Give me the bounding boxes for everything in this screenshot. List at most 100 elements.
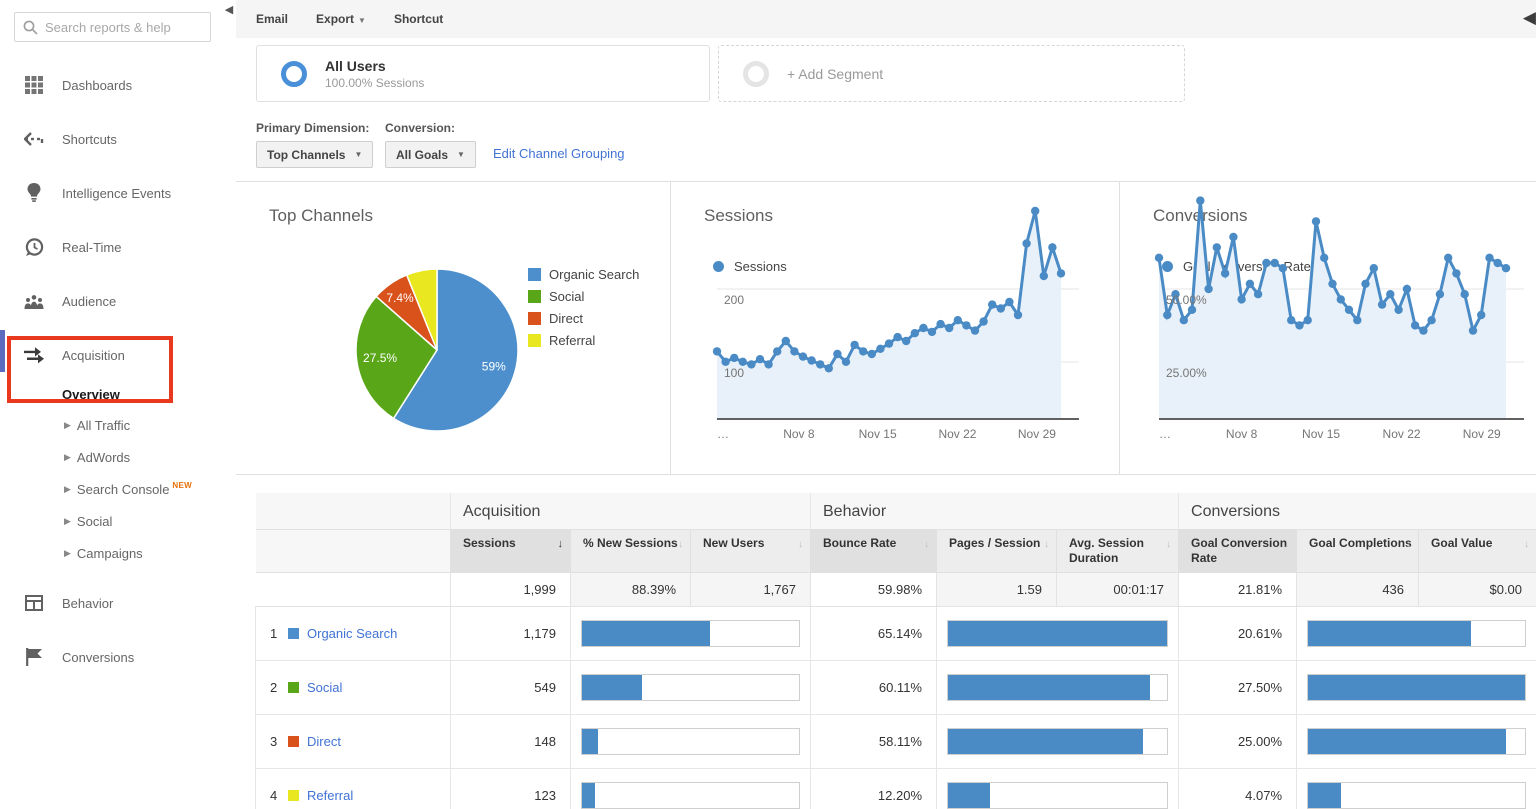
row-rank: 4 xyxy=(270,788,284,803)
column-header-new-users[interactable]: New Users↓ xyxy=(691,530,811,573)
sidebar-item-label: All Traffic xyxy=(77,418,130,433)
bar-fill xyxy=(948,729,1143,754)
sidebar-item-label: Campaigns xyxy=(77,546,143,561)
sidebar-item-campaigns[interactable]: ▶Campaigns xyxy=(0,537,236,569)
sidebar-nav: Dashboards Shortcuts Intelligence Events Re… xyxy=(0,58,236,699)
column-header-goal-value[interactable]: Goal Value↓ xyxy=(1419,530,1536,573)
sidebar-item-intelligence-events[interactable]: Intelligence Events xyxy=(0,181,236,205)
bar-fill xyxy=(582,783,595,808)
goal-bar-cell xyxy=(1297,769,1536,809)
column-header-avg-session-duration[interactable]: Avg. Session Duration↓ xyxy=(1057,530,1179,573)
goal-bar-cell xyxy=(1297,661,1536,715)
bounce-rate-value: 65.14% xyxy=(811,607,937,661)
sidebar-item-overview[interactable]: Overview xyxy=(0,379,236,409)
column-header-label: Goal Value xyxy=(1431,536,1492,550)
sort-icon: ↓ xyxy=(1284,537,1289,552)
dimension-controls: Primary Dimension: Top Channels▼ Convers… xyxy=(236,115,1536,181)
legend-label: Referral xyxy=(549,333,595,348)
channels-table: Acquisition Behavior Conversions Session… xyxy=(255,493,1536,809)
bounce-bar-cell xyxy=(937,661,1179,715)
channel-cell: 2Social xyxy=(256,661,451,715)
email-button[interactable]: Email xyxy=(256,12,288,26)
table-row: 2Social54960.11%27.50% xyxy=(256,661,1536,715)
sidebar-item-label: Behavior xyxy=(62,596,113,611)
column-header-label: Goal Completions xyxy=(1309,536,1412,550)
bar-fill xyxy=(582,675,642,700)
sidebar-collapse-icon[interactable]: ◀ xyxy=(222,2,236,18)
column-header-bounce-rate[interactable]: Bounce Rate↓ xyxy=(811,530,937,573)
goal-conversion-value: 25.00% xyxy=(1179,715,1297,769)
pie-slice-label: 27.5% xyxy=(363,351,397,365)
sidebar-item-audience[interactable]: Audience xyxy=(0,289,236,313)
segment-title: All Users xyxy=(325,58,424,74)
sort-icon: ↓ xyxy=(798,537,803,552)
channel-link[interactable]: Organic Search xyxy=(307,626,397,641)
channel-link[interactable]: Direct xyxy=(307,734,341,749)
search-input[interactable] xyxy=(45,20,195,35)
channel-cell: 4 Referral xyxy=(256,769,451,809)
sessions-panel: Sessions Sessions 200100…Nov 8Nov 15Nov … xyxy=(670,182,1119,474)
column-header-goal-conversion-rate[interactable]: Goal Conversion Rate↓ xyxy=(1179,530,1297,573)
report-toolbar: Email Export▼ Shortcut ◀ xyxy=(236,0,1536,38)
sort-icon: ↓ xyxy=(1406,537,1411,552)
export-button[interactable]: Export▼ xyxy=(316,12,366,26)
sidebar-item-adwords[interactable]: ▶AdWords xyxy=(0,441,236,473)
bar-box xyxy=(581,620,800,647)
sidebar-item-dashboards[interactable]: Dashboards xyxy=(0,73,236,97)
search-box[interactable] xyxy=(14,12,211,42)
primary-dimension-dropdown[interactable]: Top Channels▼ xyxy=(256,141,373,168)
legend-item: Social xyxy=(528,289,639,304)
bar-box xyxy=(1307,674,1526,701)
bounce-rate-value: 58.11% xyxy=(811,715,937,769)
column-header-pages-session[interactable]: Pages / Session↓ xyxy=(937,530,1057,573)
svg-text:…: … xyxy=(717,427,729,441)
legend-swatch-icon xyxy=(528,290,541,303)
conversion-dropdown[interactable]: All Goals▼ xyxy=(385,141,476,168)
svg-text:Nov 8: Nov 8 xyxy=(783,427,815,441)
sessions-bar-cell xyxy=(571,607,811,661)
sidebar-item-real-time[interactable]: Real-Time xyxy=(0,235,236,259)
sessions-value: 123 xyxy=(451,769,571,809)
sidebar-item-all-traffic[interactable]: ▶All Traffic xyxy=(0,409,236,441)
segment-all-users[interactable]: All Users 100.00% Sessions xyxy=(256,45,710,102)
shortcuts-icon xyxy=(24,129,44,149)
sessions-bar-cell xyxy=(571,769,811,809)
table-totals-row: 1,99988.39%1,76759.98%1.5900:01:1721.81%… xyxy=(256,573,1536,607)
svg-text:Nov 29: Nov 29 xyxy=(1463,427,1501,441)
edit-channel-grouping-link[interactable]: Edit Channel Grouping xyxy=(493,146,625,161)
chevron-right-icon: ▶ xyxy=(64,452,71,463)
dashboards-icon xyxy=(24,75,44,95)
group-header-acquisition: Acquisition xyxy=(451,493,811,530)
shortcut-button[interactable]: Shortcut xyxy=(394,12,443,26)
sidebar-item-acquisition[interactable]: Acquisition xyxy=(0,343,236,367)
column-header-sessions[interactable]: Sessions↓ xyxy=(451,530,571,573)
channel-color-chip xyxy=(288,736,299,747)
svg-text:Nov 8: Nov 8 xyxy=(1226,427,1258,441)
legend-item: Organic Search xyxy=(528,267,639,282)
column-header-goal-completions[interactable]: Goal Completions↓ xyxy=(1297,530,1419,573)
pie-legend: Organic SearchSocialDirectReferral xyxy=(528,267,639,355)
sidebar-item-label: Search Console xyxy=(77,482,170,497)
sidebar-item-social[interactable]: ▶Social xyxy=(0,505,236,537)
sidebar-item-conversions[interactable]: Conversions xyxy=(0,645,236,669)
totals-value: $0.00 xyxy=(1419,573,1536,607)
sidebar: ◀ Dashboards Shortcuts Intelligence Events… xyxy=(0,0,236,809)
totals-value: 1.59 xyxy=(937,573,1057,607)
sidebar-item-label: Dashboards xyxy=(62,78,132,93)
sessions-value: 549 xyxy=(451,661,571,715)
acquisition-subnav: Overview▶All Traffic▶AdWords▶Search Cons… xyxy=(0,379,236,569)
channel-link[interactable]: Referral xyxy=(307,788,353,803)
bar-box xyxy=(947,674,1168,701)
column-header--new-sessions[interactable]: % New Sessions↓ xyxy=(571,530,691,573)
svg-text:50.00%: 50.00% xyxy=(1166,293,1207,307)
bar-box xyxy=(947,728,1168,755)
channel-link[interactable]: Social xyxy=(307,680,342,695)
panel-collapse-icon[interactable]: ◀ xyxy=(1523,8,1536,28)
conversion-label: Conversion: xyxy=(385,121,455,135)
sidebar-item-shortcuts[interactable]: Shortcuts xyxy=(0,127,236,151)
bar-box xyxy=(1307,728,1526,755)
add-segment-button[interactable]: + Add Segment xyxy=(718,45,1185,102)
sidebar-item-behavior[interactable]: Behavior xyxy=(0,591,236,615)
sidebar-item-search-console[interactable]: ▶Search ConsoleNEW xyxy=(0,473,236,505)
svg-text:Nov 15: Nov 15 xyxy=(859,427,897,441)
